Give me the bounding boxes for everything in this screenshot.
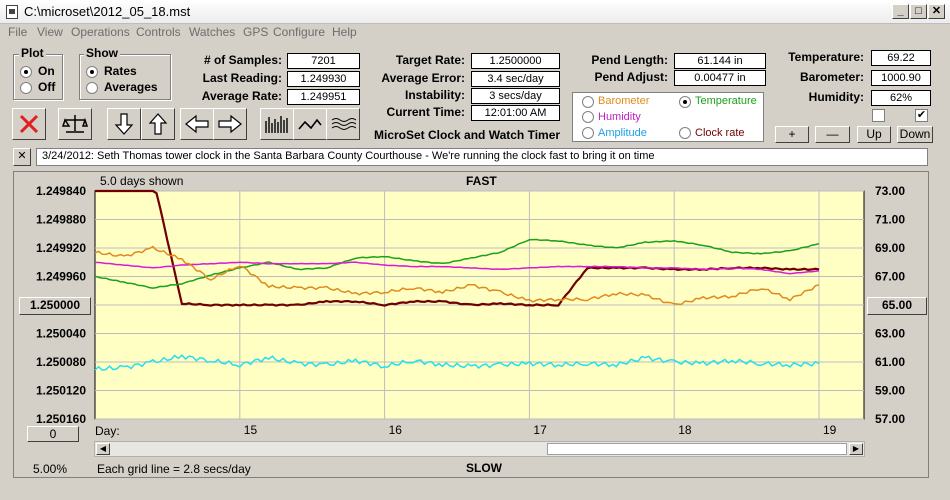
y-left-tick: 1.250080 <box>36 355 86 369</box>
y-right-tick: 59.00 <box>875 384 905 398</box>
y-right-tick: 67.00 <box>875 270 905 284</box>
y-left-tick: 1.249920 <box>36 241 86 255</box>
y-left-tick: 1.250040 <box>36 327 86 341</box>
y-right-tick: 57.00 <box>875 412 905 426</box>
y-left-tick: 1.249880 <box>36 213 86 227</box>
x-tick: 17 <box>533 423 547 437</box>
y-left-tick: 1.249840 <box>36 184 86 198</box>
y-left-tick: 1.250160 <box>36 412 86 426</box>
y-right-tick: 63.00 <box>875 327 905 341</box>
x-tick: 19 <box>823 423 837 437</box>
y-right-tick: 61.00 <box>875 355 905 369</box>
y-right-tick: 71.00 <box>875 213 905 227</box>
x-tick: 18 <box>678 423 692 437</box>
x-tick: 15 <box>244 423 258 437</box>
y-right-tick: 73.00 <box>875 184 905 198</box>
timing-chart: 1.249840 73.00 1.249880 71.00 1.249920 69.00 1… <box>36 184 905 437</box>
y-left-tick: 1.250120 <box>36 384 86 398</box>
y-right-tick: 69.00 <box>875 241 905 255</box>
y-left-tick: 1.249960 <box>36 270 86 284</box>
x-tick: 16 <box>389 423 403 437</box>
